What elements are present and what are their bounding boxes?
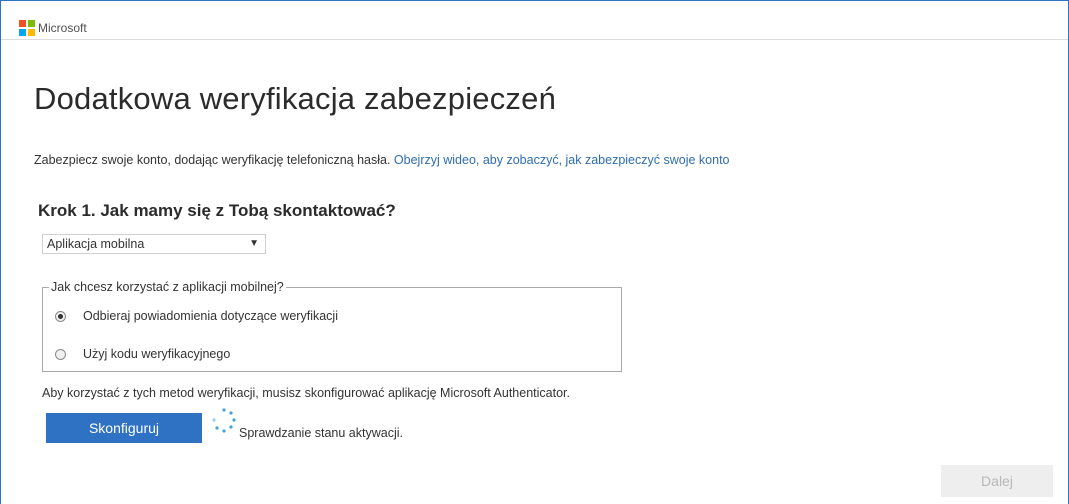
header-bar: Microsoft [1, 1, 1068, 40]
radio-option-code[interactable]: Użyj kodu weryfikacyjnego [55, 347, 230, 361]
subtitle-text: Zabezpiecz swoje konto, dodając weryfika… [34, 153, 394, 167]
watch-video-link[interactable]: Obejrzyj wideo, aby zobaczyć, jak zabezp… [394, 153, 730, 167]
configure-button[interactable]: Skonfiguruj [46, 413, 202, 443]
microsoft-logo-icon [19, 20, 35, 36]
contact-method-value: Aplikacja mobilna [47, 237, 145, 251]
radio-notifications-label: Odbieraj powiadomienia dotyczące weryfik… [83, 309, 338, 323]
mobile-app-options-legend: Jak chcesz korzystać z aplikacji mobilne… [49, 280, 286, 294]
chevron-down-icon: ▼ [249, 238, 259, 249]
radio-code-label: Użyj kodu weryfikacyjnego [83, 347, 231, 361]
contact-method-select[interactable]: Aplikacja mobilna ▼ [42, 234, 266, 254]
authenticator-info: Aby korzystać z tych metod weryfikacji, … [42, 386, 570, 400]
step-heading: Krok 1. Jak mamy się z Tobą skontaktować… [38, 201, 396, 220]
page-title: Dodatkowa weryfikacja zabezpieczeń [34, 81, 557, 116]
activation-status: Sprawdzanie stanu aktywacji. [239, 426, 403, 440]
radio-option-notifications[interactable]: Odbieraj powiadomienia dotyczące weryfik… [55, 309, 338, 323]
radio-code[interactable] [55, 348, 66, 360]
next-button[interactable]: Dalej [941, 465, 1053, 497]
microsoft-logo: Microsoft [19, 20, 87, 36]
page-subtitle: Zabezpiecz swoje konto, dodając weryfika… [34, 153, 730, 167]
brand-name: Microsoft [38, 21, 87, 35]
page-frame: Microsoft Dodatkowa weryfikacja zabezpie… [0, 0, 1069, 504]
radio-notifications[interactable] [55, 310, 66, 322]
loading-spinner-icon [212, 408, 236, 433]
